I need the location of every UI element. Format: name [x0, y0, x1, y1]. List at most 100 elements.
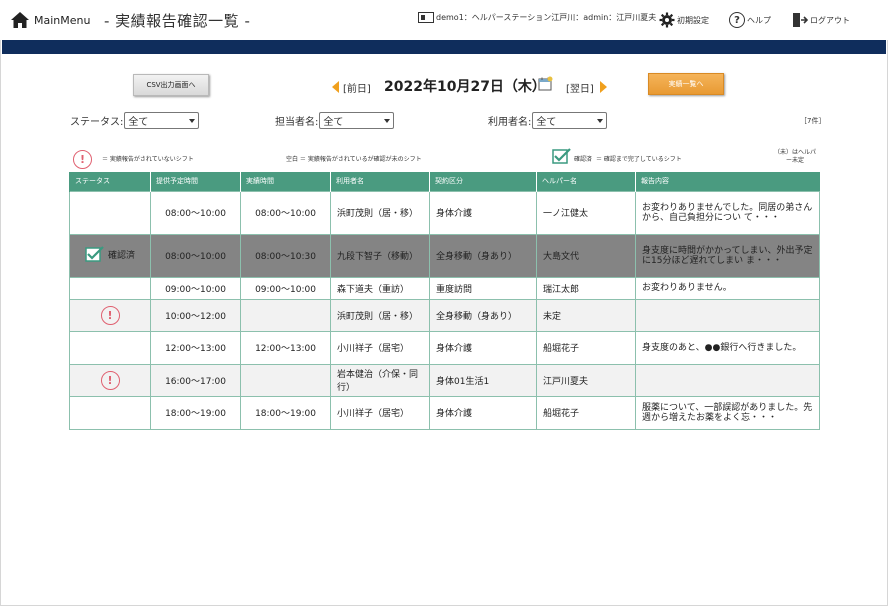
planned-time: 08:00〜10:00	[150, 233, 241, 278]
status-cell: 確認済	[69, 233, 151, 278]
col-planned-time[interactable]: 提供予定時間	[150, 172, 241, 191]
status-cell	[69, 190, 151, 235]
user-name: 岩本健治（介保・同行）	[330, 363, 430, 397]
table-row[interactable]: 確認済 08:00〜10:00 08:00〜10:30 九段下智子（移動） 全身…	[69, 233, 820, 278]
planned-time: 12:00〜13:00	[150, 330, 241, 365]
contract-category: 全身移動（身あり）	[429, 298, 537, 332]
csv-export-button[interactable]: CSV出力画面へ	[133, 74, 209, 96]
alert-icon: !	[100, 305, 120, 325]
report-table: ステータス 提供予定時間 実績時間 利用者名 契約区分 ヘルパー名 報告内容 0…	[69, 172, 820, 430]
next-day-link[interactable]: [翌日]	[566, 80, 594, 95]
col-helper-name[interactable]: ヘルパー名	[536, 172, 636, 191]
actual-time: 12:00〜13:00	[240, 330, 331, 365]
helper-name: 大島文代	[536, 233, 636, 278]
planned-time: 09:00〜10:00	[150, 276, 241, 300]
helper-name: 一ノ江健太	[536, 190, 636, 235]
contract-category: 全身移動（身あり）	[429, 233, 537, 278]
contract-category: 身体介護	[429, 190, 537, 235]
helper-name: 瑞江太郎	[536, 276, 636, 300]
user-name: 森下道夫（重訪）	[330, 276, 430, 300]
logout-link[interactable]: ログアウト	[792, 12, 850, 28]
page-title: - 実績報告確認一覧 -	[104, 12, 251, 30]
alert-icon: !	[100, 370, 120, 390]
helper-name: 船堀花子	[536, 330, 636, 365]
actual-time: 08:00〜10:30	[240, 233, 331, 278]
planned-time: 18:00〜19:00	[150, 395, 241, 430]
results-list-button[interactable]: 実績一覧へ	[648, 73, 724, 95]
table-row[interactable]: 12:00〜13:00 12:00〜13:00 小川祥子（居宅） 身体介護 船堀…	[69, 330, 820, 365]
planned-time: 10:00〜12:00	[150, 298, 241, 332]
contract-category: 身体介護	[429, 330, 537, 365]
staff-select[interactable]: 全て	[319, 112, 395, 129]
status-cell: !	[69, 363, 151, 397]
legend-blank-text: 空白 ＝ 実績報告がされているが確認が未のシフト	[286, 156, 422, 163]
note-line-1: （未）はヘルパ	[773, 149, 816, 156]
user-name: 浜町茂則（居・移）	[330, 190, 430, 235]
note-line-2: ー未定	[785, 157, 804, 164]
legend-unreported-text: ＝ 実績報告がされていないシフト	[102, 156, 194, 163]
table-row[interactable]: 09:00〜10:00 09:00〜10:00 森下道夫（重訪） 重度訪問 瑞江…	[69, 276, 820, 300]
actual-time	[240, 363, 331, 397]
col-report[interactable]: 報告内容	[635, 172, 820, 191]
prev-day-arrow-icon[interactable]	[332, 81, 339, 93]
calendar-icon[interactable]	[538, 76, 553, 91]
planned-time: 08:00〜10:00	[150, 190, 241, 235]
id-card-icon	[418, 12, 434, 23]
current-date: 2022年10月27日（木）	[384, 79, 546, 95]
actual-time: 09:00〜10:00	[240, 276, 331, 300]
table-row[interactable]: 08:00〜10:00 08:00〜10:00 浜町茂則（居・移） 身体介護 一…	[69, 190, 820, 235]
chevron-down-icon	[384, 118, 391, 123]
status-text: 確認済	[107, 250, 135, 261]
user-select[interactable]: 全て	[532, 112, 608, 129]
user-select-value: 全て	[536, 117, 557, 128]
record-count: ［7件］	[800, 117, 826, 125]
actual-time: 08:00〜10:00	[240, 190, 331, 235]
status-cell	[69, 395, 151, 430]
main-menu-link[interactable]: MainMenu	[10, 11, 90, 29]
report-content	[635, 363, 820, 397]
legend-confirmed-label: 確認済	[574, 156, 593, 163]
col-contract-category[interactable]: 契約区分	[429, 172, 537, 191]
header: MainMenu - 実績報告確認一覧 - demo1：ヘルパーステーション江戸…	[0, 0, 888, 40]
prev-day-link[interactable]: [前日]	[343, 80, 371, 95]
helper-name: 未定	[536, 298, 636, 332]
status-select-value: 全て	[128, 117, 149, 128]
help-link[interactable]: ? ヘルプ	[729, 12, 771, 28]
table-row[interactable]: 18:00〜19:00 18:00〜19:00 小川祥子（居宅） 身体介護 船堀…	[69, 395, 820, 430]
settings-label: 初期設定	[677, 15, 709, 25]
status-cell: !	[69, 298, 151, 332]
logout-icon	[793, 13, 808, 27]
planned-time: 16:00〜17:00	[150, 363, 241, 397]
user-info: demo1：ヘルパーステーション江戸川：admin：江戸川夏夫	[418, 12, 656, 23]
contract-category: 重度訪問	[429, 276, 537, 300]
col-user-name[interactable]: 利用者名	[330, 172, 430, 191]
settings-link[interactable]: 初期設定	[659, 12, 709, 28]
helper-undecided-note: （未）はヘルパ ー未定	[770, 149, 820, 165]
user-filter-label: 利用者名:	[488, 117, 532, 128]
table-row[interactable]: ! 16:00〜17:00 岩本健治（介保・同行） 身体01生活1 江戸川夏夫	[69, 363, 820, 397]
gear-icon	[659, 12, 675, 28]
report-content: 服薬について、一部誤認がありました。先週から増えたお薬をよく忘・・・	[635, 395, 820, 430]
contract-category: 身体01生活1	[429, 363, 537, 397]
table-row[interactable]: ! 10:00〜12:00 浜町茂則（居・移） 全身移動（身あり） 未定	[69, 298, 820, 332]
status-select[interactable]: 全て	[124, 112, 200, 129]
next-day-arrow-icon[interactable]	[600, 81, 607, 93]
chevron-down-icon	[597, 118, 604, 123]
report-content: お変わりありませんでした。同居の弟さんから、自己負担分につい て・・・	[635, 190, 820, 235]
user-name: 小川祥子（居宅）	[330, 330, 430, 365]
contract-category: 身体介護	[429, 395, 537, 430]
report-content: 身支度のあと、●●銀行へ行きました。	[635, 330, 820, 365]
helper-name: 船堀花子	[536, 395, 636, 430]
actual-time: 18:00〜19:00	[240, 395, 331, 430]
checkbox-checked-icon	[552, 148, 571, 164]
help-label: ヘルプ	[747, 15, 771, 25]
staff-filter-label: 担当者名:	[275, 117, 319, 128]
main-menu-label: MainMenu	[34, 13, 91, 27]
legend-unreported-icon: !	[73, 148, 92, 169]
checkbox-checked-icon	[85, 246, 104, 262]
helper-name: 江戸川夏夫	[536, 363, 636, 397]
col-status[interactable]: ステータス	[69, 172, 151, 191]
help-icon: ?	[729, 12, 745, 28]
col-actual-time[interactable]: 実績時間	[240, 172, 331, 191]
actual-time	[240, 298, 331, 332]
